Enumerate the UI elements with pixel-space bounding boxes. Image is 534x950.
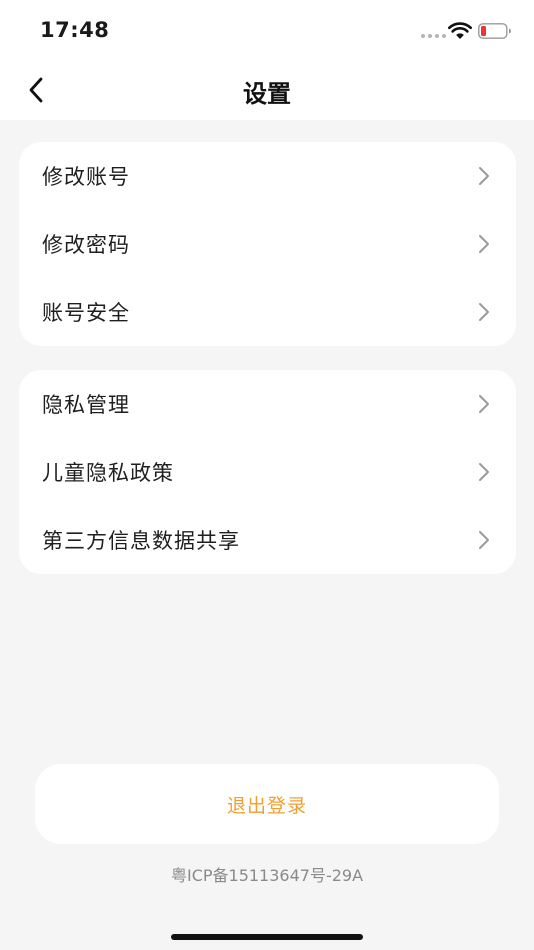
battery-icon [478, 23, 511, 39]
settings-group-privacy: 隐私管理 儿童隐私政策 第三方信息数据共享 [19, 370, 516, 574]
menu-item-label: 修改密码 [42, 233, 130, 257]
chevron-right-icon [479, 167, 489, 185]
nav-bar: 设置 [0, 60, 534, 120]
menu-item-label: 隐私管理 [42, 393, 130, 417]
icp-license-text: 粤ICP备15113647号-29A [170, 866, 364, 885]
menu-item-account-security[interactable]: 账号安全 [19, 278, 516, 346]
chevron-right-icon [479, 395, 489, 413]
wifi-icon [448, 22, 472, 39]
status-bar: 17:48 [0, 0, 534, 60]
cellular-signal-icon [421, 34, 446, 38]
menu-item-label: 账号安全 [42, 301, 130, 325]
menu-item-label: 儿童隐私政策 [42, 461, 174, 485]
chevron-right-icon [479, 235, 489, 253]
logout-button[interactable]: 退出登录 [35, 764, 499, 844]
menu-item-label: 修改账号 [42, 165, 130, 189]
menu-item-change-password[interactable]: 修改密码 [19, 210, 516, 278]
chevron-right-icon [479, 531, 489, 549]
menu-item-change-account[interactable]: 修改账号 [19, 142, 516, 210]
settings-group-account: 修改账号 修改密码 账号安全 [19, 142, 516, 346]
menu-item-privacy-management[interactable]: 隐私管理 [19, 370, 516, 438]
home-indicator [171, 934, 363, 940]
status-time: 17:48 [40, 18, 110, 42]
menu-item-children-privacy-policy[interactable]: 儿童隐私政策 [19, 438, 516, 506]
menu-item-label: 第三方信息数据共享 [42, 529, 240, 553]
page-title: 设置 [243, 80, 291, 108]
menu-item-third-party-data-sharing[interactable]: 第三方信息数据共享 [19, 506, 516, 574]
chevron-right-icon [479, 463, 489, 481]
chevron-right-icon [479, 303, 489, 321]
